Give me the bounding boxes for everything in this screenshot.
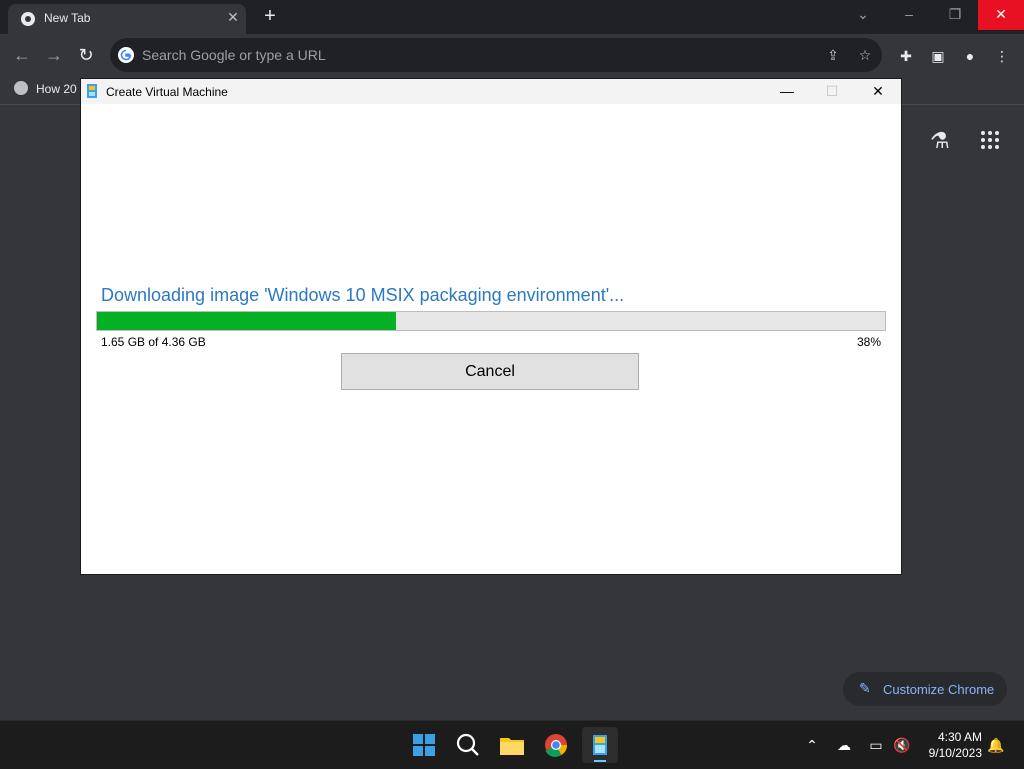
download-progress-fill bbox=[97, 312, 397, 330]
file-explorer-button[interactable] bbox=[494, 727, 530, 763]
dialog-close-icon[interactable]: ✕ bbox=[863, 81, 893, 101]
clock-date: 9/10/2023 bbox=[928, 746, 982, 760]
omnibox-placeholder: Search Google or type a URL bbox=[142, 47, 326, 63]
browser-toolbar: ← → ↻ Search Google or type a URL ⇪ ☆ ✚ … bbox=[0, 34, 1024, 76]
network-icon[interactable]: ▭ bbox=[866, 735, 886, 755]
menu-kebab-icon[interactable]: ⋮ bbox=[992, 46, 1012, 66]
hyper-v-quick-create-icon bbox=[593, 735, 607, 762]
taskbar-search-button[interactable] bbox=[450, 727, 486, 763]
file-explorer-icon bbox=[500, 738, 524, 755]
download-size-text: 1.65 GB of 4.36 GB bbox=[101, 335, 206, 349]
chrome-icon bbox=[545, 734, 568, 757]
pencil-icon: ✎ bbox=[859, 680, 871, 696]
cancel-button[interactable]: Cancel bbox=[341, 353, 639, 390]
restore-icon[interactable]: ❐ bbox=[932, 0, 978, 30]
apps-grid-icon[interactable] bbox=[980, 130, 1000, 150]
bookmark-star-icon[interactable]: ☆ bbox=[856, 46, 874, 64]
globe-icon bbox=[14, 81, 28, 95]
tab-title: New Tab bbox=[44, 11, 91, 25]
new-tab-button[interactable]: + bbox=[259, 5, 281, 27]
google-g-icon bbox=[118, 47, 134, 63]
profile-icon[interactable]: ● bbox=[960, 46, 980, 66]
onedrive-offline-icon[interactable]: ☁ bbox=[834, 735, 854, 755]
forward-icon[interactable]: → bbox=[42, 43, 66, 67]
dialog-minimize-icon[interactable]: — bbox=[772, 81, 802, 101]
download-heading: Downloading image 'Windows 10 MSIX packa… bbox=[101, 285, 625, 305]
dialog-maximize-icon: ☐ bbox=[825, 83, 839, 99]
clock-time: 4:30 AM bbox=[937, 730, 982, 744]
minimize-icon[interactable]: – bbox=[886, 0, 932, 30]
windows-taskbar: ⌃ ☁ ▭ 🔇 4:30 AM 9/10/2023 🔔 bbox=[0, 720, 1024, 769]
omnibox[interactable]: Search Google or type a URL ⇪ ☆ bbox=[110, 38, 882, 72]
close-window-icon[interactable]: ✕ bbox=[978, 0, 1024, 30]
tab-close-icon[interactable]: ✕ bbox=[224, 9, 242, 26]
bookmark-label: How 20 bbox=[36, 82, 77, 96]
download-progress-bar bbox=[96, 311, 886, 331]
search-icon bbox=[456, 733, 479, 756]
customize-chrome-button[interactable]: ✎ Customize Chrome bbox=[843, 672, 1007, 706]
chrome-taskbar-button[interactable] bbox=[538, 727, 574, 763]
tab-new-tab[interactable]: New Tab ✕ bbox=[8, 4, 246, 34]
system-clock[interactable]: 4:30 AM 9/10/2023 bbox=[922, 729, 982, 761]
tab-search-icon[interactable]: ⌄ bbox=[840, 0, 886, 30]
chrome-favicon-icon bbox=[21, 12, 35, 26]
extensions-icon[interactable]: ✚ bbox=[896, 46, 916, 66]
volume-muted-icon[interactable]: 🔇 bbox=[892, 735, 912, 755]
tab-strip: New Tab ✕ + ⌄ – ❐ ✕ bbox=[0, 0, 1024, 34]
download-percent-text: 38% bbox=[856, 335, 881, 349]
share-icon[interactable]: ⇪ bbox=[824, 46, 842, 64]
bookmark-item[interactable]: How 20 bbox=[14, 81, 77, 96]
customize-chrome-label: Customize Chrome bbox=[883, 682, 995, 697]
notification-bell-icon[interactable]: 🔔 bbox=[986, 735, 1006, 755]
reload-icon[interactable]: ↻ bbox=[74, 43, 98, 67]
show-hidden-icons-chevron-icon[interactable]: ⌃ bbox=[802, 735, 822, 755]
start-button[interactable] bbox=[406, 727, 442, 763]
dialog-title-bar[interactable]: Create Virtual Machine — ☐ ✕ bbox=[81, 79, 901, 104]
create-vm-dialog: Create Virtual Machine — ☐ ✕ Downloading… bbox=[81, 79, 901, 574]
dialog-title: Create Virtual Machine bbox=[106, 85, 228, 99]
side-panel-icon[interactable]: ▣ bbox=[928, 46, 948, 66]
hyper-v-taskbar-button[interactable] bbox=[582, 727, 618, 763]
back-icon[interactable]: ← bbox=[10, 43, 34, 67]
hyper-v-icon bbox=[87, 84, 97, 98]
start-icon bbox=[413, 734, 435, 756]
labs-flask-icon[interactable]: ⚗ bbox=[930, 128, 950, 154]
